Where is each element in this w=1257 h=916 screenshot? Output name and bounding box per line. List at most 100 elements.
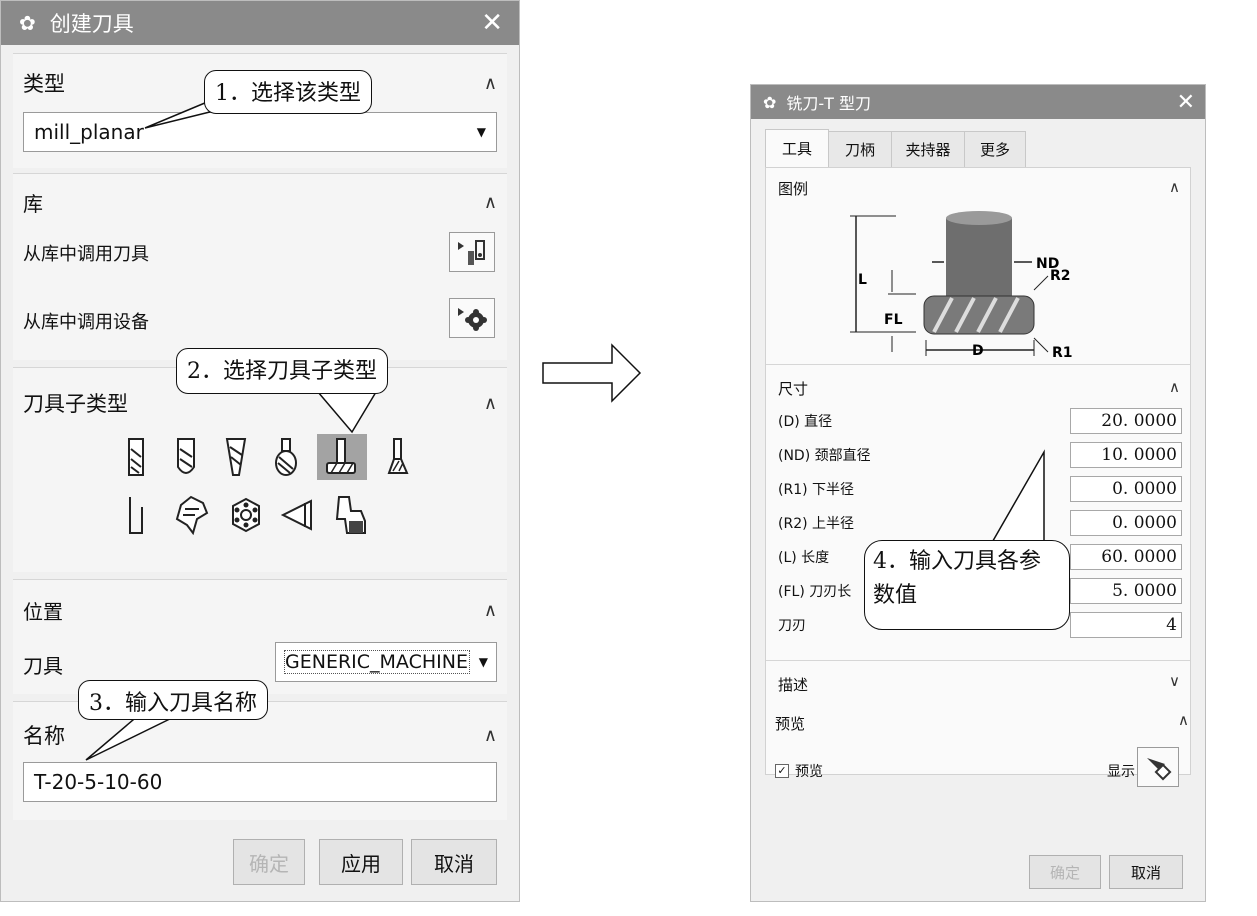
tab-bar: 工具 刀柄 夹持器 更多	[765, 129, 1026, 167]
dimensions-divider	[766, 364, 1190, 365]
description-divider	[766, 660, 1190, 661]
location-tool-select[interactable]: GENERIC_MACHINE ▼	[275, 642, 497, 682]
dimension-label: (FL) 刀刃长	[778, 584, 852, 600]
preview-section-label: 预览	[775, 715, 806, 733]
collapse-chevron-icon[interactable]: ∧	[484, 600, 497, 621]
cancel-button[interactable]: 取消	[1109, 855, 1183, 889]
legend-r2: R2	[1050, 268, 1071, 284]
face-mill-icon[interactable]	[227, 492, 265, 538]
load-tool-label: 从库中调用刀具	[23, 244, 149, 265]
turret-icon[interactable]	[331, 492, 369, 538]
expand-chevron-icon[interactable]: ∨	[1169, 672, 1180, 690]
cancel-button[interactable]: 取消	[411, 839, 497, 885]
dimension-label: (ND) 颈部直径	[778, 448, 871, 464]
collapse-chevron-icon[interactable]: ∧	[484, 393, 497, 414]
library-tool-icon	[458, 240, 485, 265]
type-select[interactable]: mill_planar ▼	[23, 112, 497, 152]
dialog-title: 铣刀-T 型刀	[786, 94, 872, 113]
tool-name-input[interactable]: T-20-5-10-60	[23, 762, 497, 802]
close-icon[interactable]: ✕	[481, 8, 503, 38]
show-preview-button[interactable]	[1137, 747, 1179, 787]
collapse-chevron-icon[interactable]: ∧	[484, 192, 497, 213]
library-section: 库 ∧ 从库中调用刀具 从库中调用设备	[13, 173, 507, 360]
gear-icon: ✿	[763, 92, 777, 112]
legend-d: D	[972, 343, 984, 359]
location-section-label: 位置	[23, 600, 63, 624]
dimension-input[interactable]: 10. 0000	[1070, 442, 1182, 468]
dimension-label: (L) 长度	[778, 550, 830, 566]
collapse-chevron-icon[interactable]: ∧	[484, 73, 497, 94]
preview-checkbox-label: 预览	[795, 764, 823, 780]
dropdown-arrow-icon: ▼	[478, 655, 488, 669]
tool-tab-panel: 图例 ∧ L FL ND R2 D R1 尺寸 ∧ (D) 直径 20. 000…	[765, 167, 1191, 775]
description-label: 描述	[778, 676, 809, 694]
dimension-input[interactable]: 5. 0000	[1070, 578, 1182, 604]
taper-mill-icon[interactable]	[217, 434, 255, 480]
ok-button[interactable]: 确定	[1029, 855, 1101, 889]
location-tool-label: 刀具	[23, 654, 63, 678]
t-cutter-icon[interactable]	[317, 434, 367, 480]
dimension-row: (R1) 下半径 0. 0000	[778, 476, 1182, 502]
dovetail-mill-icon[interactable]	[379, 434, 417, 480]
legend-l: L	[858, 272, 867, 288]
tab-more[interactable]: 更多	[964, 131, 1026, 167]
callout-enter-params: 4．输入刀具各参 数值	[864, 540, 1070, 630]
ball-mill-icon[interactable]	[167, 434, 205, 480]
dimension-label: (R2) 上半径	[778, 516, 855, 532]
gear-icon: ✿	[19, 11, 36, 35]
tool-preview-icon	[1147, 758, 1172, 781]
dialog-title: 创建刀具	[49, 12, 134, 36]
dimensions-label: 尺寸	[778, 380, 809, 398]
tab-holder[interactable]: 夹持器	[891, 131, 965, 167]
legend-label: 图例	[778, 180, 809, 198]
type-select-value: mill_planar	[34, 120, 144, 144]
tool-subtype-label: 刀具子类型	[23, 392, 128, 416]
preview-checkbox[interactable]: ✓ 预览	[775, 761, 823, 781]
dimension-input[interactable]: 4	[1070, 612, 1182, 638]
location-tool-value: GENERIC_MACHINE	[284, 650, 470, 674]
collapse-chevron-icon[interactable]: ∧	[1169, 178, 1180, 196]
close-icon[interactable]: ✕	[1177, 90, 1195, 115]
type-section-label: 类型	[23, 72, 65, 96]
chamfer-mill-icon[interactable]	[169, 492, 213, 538]
callout-select-type: 1．选择该类型	[204, 70, 372, 114]
barrel-mill-icon[interactable]	[267, 434, 305, 480]
collapse-chevron-icon[interactable]: ∧	[484, 725, 497, 746]
dimension-input[interactable]: 20. 0000	[1070, 408, 1182, 434]
dialog-title-bar: ✿ 创建刀具 ✕	[1, 1, 519, 45]
legend-r1: R1	[1052, 345, 1073, 361]
t-cutter-params-dialog: ✿ 铣刀-T 型刀 ✕ 工具 刀柄 夹持器 更多 图例 ∧ L FL ND R2…	[750, 84, 1206, 902]
dimension-row: (R2) 上半径 0. 0000	[778, 510, 1182, 536]
thread-mill-icon[interactable]	[117, 492, 155, 538]
holder-icon[interactable]	[279, 492, 317, 538]
dimension-input[interactable]: 60. 0000	[1070, 544, 1182, 570]
t-cutter-diagram: L FL ND R2 D R1	[850, 211, 1073, 361]
callout-enter-name: 3．输入刀具名称	[78, 680, 268, 720]
library-device-icon	[458, 308, 487, 331]
ok-button[interactable]: 确定	[233, 839, 305, 885]
collapse-chevron-icon[interactable]: ∧	[1178, 711, 1189, 729]
load-tool-from-library-button[interactable]	[449, 232, 495, 272]
library-section-label: 库	[23, 192, 43, 216]
dialog-title-bar: ✿ 铣刀-T 型刀 ✕	[751, 85, 1205, 119]
callout-select-subtype: 2．选择刀具子类型	[176, 348, 388, 394]
callout-enter-params-line2: 数值	[873, 583, 918, 608]
load-device-from-library-button[interactable]	[449, 298, 495, 338]
apply-button[interactable]: 应用	[319, 839, 403, 885]
dimension-input[interactable]: 0. 0000	[1070, 476, 1182, 502]
tab-shank[interactable]: 刀柄	[828, 131, 892, 167]
legend-fl: FL	[884, 312, 903, 328]
tab-tool[interactable]: 工具	[765, 129, 829, 167]
name-section-label: 名称	[23, 724, 65, 748]
dimension-input[interactable]: 0. 0000	[1070, 510, 1182, 536]
end-mill-icon[interactable]	[117, 434, 155, 480]
location-section: 位置 ∧ 刀具 GENERIC_MACHINE ▼	[13, 579, 507, 694]
dimension-label: (R1) 下半径	[778, 482, 855, 498]
dimension-label: (D) 直径	[778, 414, 833, 430]
create-tool-dialog: ✿ 创建刀具 ✕ 类型 ∧ mill_planar ▼ 库 ∧ 从库中调用刀具 …	[0, 0, 520, 902]
load-device-label: 从库中调用设备	[23, 312, 149, 333]
collapse-chevron-icon[interactable]: ∧	[1169, 378, 1180, 396]
dimension-row: (ND) 颈部直径 10. 0000	[778, 442, 1182, 468]
checkbox-checked-icon: ✓	[775, 764, 789, 778]
dimension-label: 刀刃	[778, 618, 806, 634]
